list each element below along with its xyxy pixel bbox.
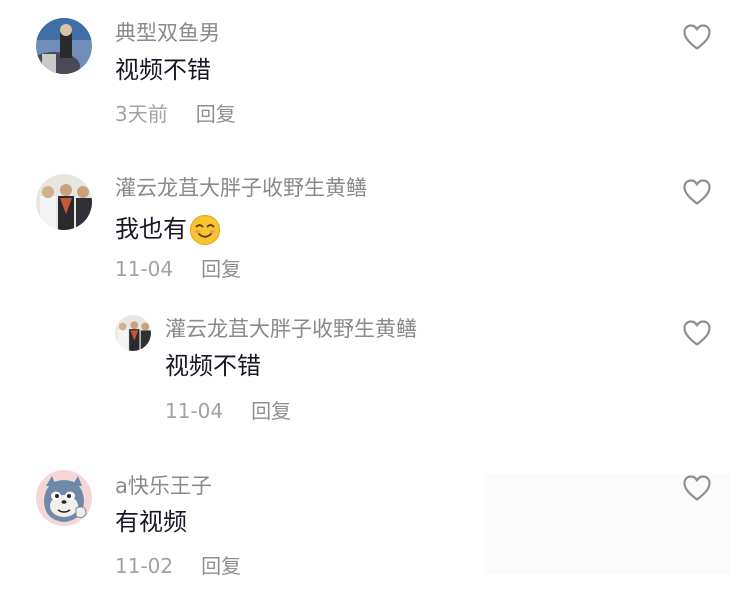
- comment-list: 典型双鱼男 视频不错 3天前 回复 灌云龙苴大胖子收野生黄鳝 我也有 11-04…: [0, 0, 750, 593]
- comment-item: a快乐王子 有视频 11-02 回复: [0, 0, 750, 593]
- comment-text: 有视频: [115, 510, 187, 534]
- avatar[interactable]: [36, 470, 92, 526]
- comment-time: 11-02: [115, 554, 174, 578]
- comment-meta: 11-02 回复: [115, 556, 241, 576]
- comment-username[interactable]: a快乐王子: [115, 476, 212, 497]
- comment-text-content: 有视频: [115, 508, 187, 536]
- reply-button[interactable]: 回复: [201, 554, 241, 578]
- heart-outline-icon[interactable]: [682, 474, 712, 502]
